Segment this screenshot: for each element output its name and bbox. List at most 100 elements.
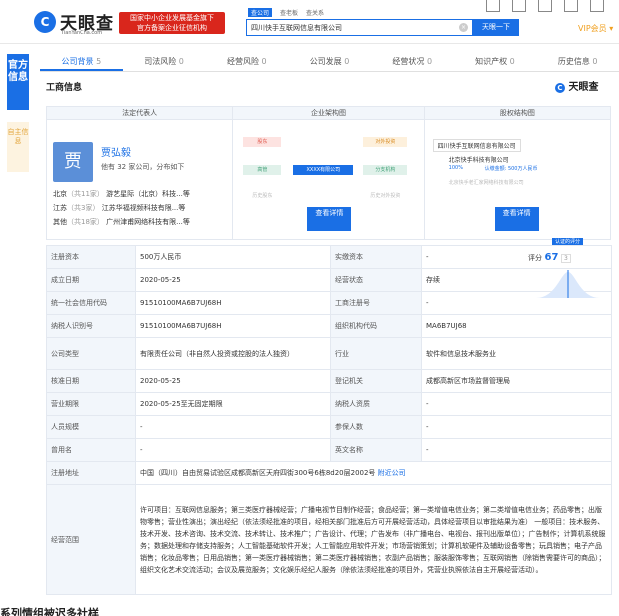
- save-icon[interactable]: [538, 0, 552, 12]
- table-cell: 营业期限: [46, 392, 136, 416]
- search-button[interactable]: 天眼一下: [473, 19, 519, 36]
- table-cell: 英文名称: [330, 438, 422, 462]
- table-cell: 工商注册号: [330, 291, 422, 315]
- nearby-companies-link[interactable]: 附近公司: [378, 469, 406, 477]
- table-row: 人员规模 - 参保人数 -: [46, 415, 612, 439]
- node-invest: 对外投资: [363, 137, 408, 147]
- table-cell: -: [421, 392, 612, 416]
- equity-head: 股权结构图: [424, 107, 611, 120]
- rating-curve: [536, 270, 600, 298]
- region-count: （共3家）: [67, 204, 100, 212]
- structure-head: 企业架构图: [233, 107, 424, 120]
- tab-label: 公司背景: [61, 57, 94, 66]
- table-row: 经营范围 许可项目：互联网信息服务；第三类医疗器械经营；广播电视节目制作经营；食…: [46, 484, 612, 595]
- tab-company-background[interactable]: 公司背景 5: [40, 54, 123, 71]
- table-row: 核准日期 2020-05-25 登记机关 成都高新区市场监督管理局: [46, 369, 612, 393]
- table-cell: 91510100MA6B7UJ68H: [135, 291, 331, 315]
- tab-search-company[interactable]: 查公司: [248, 8, 273, 17]
- clear-icon[interactable]: ×: [459, 23, 468, 32]
- address-label: 注册地址: [46, 461, 136, 485]
- table-cell: 2020-05-25至无固定期限: [135, 392, 331, 416]
- scope-label: 经营范围: [46, 484, 136, 595]
- list-item[interactable]: 其他（共18家） 广州津甫网络科技有限...等: [53, 215, 190, 229]
- download-icon[interactable]: [486, 0, 500, 12]
- table-cell: -: [426, 253, 429, 261]
- section-title: 工商信息: [46, 83, 83, 93]
- tab-count: 0: [344, 57, 350, 66]
- legal-rep-sub: 他有 32 家公司，分布如下: [101, 163, 185, 171]
- region: 江苏: [53, 204, 67, 212]
- tianyancha-logo-icon[interactable]: C: [34, 11, 56, 33]
- table-cell: 行业: [330, 337, 422, 370]
- table-cell: -: [421, 415, 612, 439]
- node-branch: 分支机构: [363, 165, 408, 175]
- table-cell: 参保人数: [330, 415, 422, 439]
- table-cell: -: [135, 438, 331, 462]
- tab-legal-risk[interactable]: 司法风险 0: [123, 54, 206, 71]
- legal-rep-company-list: 北京（共11家） 游艺星际（北京）科技...等 江苏（共3家） 江苏华福视频科技…: [53, 187, 190, 229]
- fullscreen-icon[interactable]: [512, 0, 526, 12]
- rating-line: 评分 67 3: [528, 252, 571, 263]
- tab-company-development[interactable]: 公司发展 0: [288, 54, 371, 71]
- tab-ip[interactable]: 知识产权 0: [454, 54, 537, 71]
- table-cell: 核准日期: [46, 369, 136, 393]
- table-cell: -: [135, 415, 331, 439]
- table-cell: 纳税人资质: [330, 392, 422, 416]
- tab-count: 0: [592, 57, 598, 66]
- table-cell: 成立日期: [46, 268, 136, 292]
- tab-business-risk[interactable]: 经营风险 0: [205, 54, 288, 71]
- tab-count: 0: [509, 57, 515, 66]
- table-cell: 经营状态: [330, 268, 422, 292]
- table-row: 统一社会信用代码 91510100MA6B7UJ68H 工商注册号 -: [46, 291, 612, 315]
- avatar[interactable]: 贾: [53, 142, 93, 182]
- table-cell: 软件和信息技术服务业: [421, 337, 612, 370]
- gov-badge: 国家中小企业发展基金旗下 官方备案企业征信机构: [119, 12, 225, 34]
- edit-icon[interactable]: [564, 0, 578, 12]
- region-company: 江苏华福视频科技有限...等: [101, 204, 186, 212]
- node-history: 历史股东: [252, 193, 273, 199]
- brand-watermark: C 天眼查: [555, 78, 598, 93]
- side-tab-official[interactable]: 官方信息: [7, 54, 29, 110]
- node-center: XXXX有限公司: [293, 165, 354, 175]
- search-input[interactable]: 四川快手互联网信息有限公司 ×: [246, 19, 473, 36]
- table-cell: 实缴资本: [330, 245, 422, 269]
- tab-business-status[interactable]: 经营状况 0: [371, 54, 454, 71]
- table-cell: 公司类型: [46, 337, 136, 370]
- table-cell: 组织机构代码: [330, 314, 422, 338]
- tab-count: 0: [426, 57, 433, 66]
- bottom-caption: 系列情组被迟多社样: [0, 607, 99, 616]
- tab-history[interactable]: 历史信息 0: [536, 54, 619, 71]
- brand-logo-icon: C: [555, 83, 565, 93]
- search-tabs: 查公司 查老板 查关系: [248, 8, 324, 17]
- region-count: （共18家）: [67, 218, 104, 226]
- table-cell: 登记机关: [330, 369, 422, 393]
- vip-link[interactable]: VIP会员 ▾: [578, 23, 613, 34]
- table-cell: 曾用名: [46, 438, 136, 462]
- settings-icon[interactable]: [590, 0, 604, 12]
- table-cell: 有限责任公司（非自然人投资或控股的法人独资）: [135, 337, 331, 370]
- tab-search-relation[interactable]: 查关系: [306, 8, 324, 17]
- list-item[interactable]: 北京（共11家） 游艺星际（北京）科技...等: [53, 187, 190, 201]
- legal-rep-name[interactable]: 贾弘毅: [101, 144, 131, 159]
- node-shareholder: 股东: [243, 137, 282, 147]
- tab-label: 公司发展: [309, 57, 342, 66]
- node-history-invest: 历史对外投资: [370, 193, 401, 199]
- table-cell: -: [421, 438, 612, 462]
- view-structure-button[interactable]: 查看详情: [307, 207, 352, 231]
- equity-parent: 北京快手老汇家网络科技有限公司: [448, 180, 524, 186]
- region-company: 游艺星际（北京）科技...等: [106, 190, 190, 198]
- table-row: 曾用名 - 英文名称 -: [46, 438, 612, 462]
- rating-widget[interactable]: 认证的评分 评分 67 3: [528, 238, 606, 302]
- list-item[interactable]: 江苏（共3家） 江苏华福视频科技有限...等: [53, 201, 190, 215]
- table-cell: 91510100MA6B7UJ68H: [135, 314, 331, 338]
- tab-search-boss[interactable]: 查老板: [280, 8, 298, 17]
- table-cell: 500万人民币: [135, 245, 331, 269]
- side-tab-self[interactable]: 自主信息: [7, 122, 29, 172]
- region-company: 广州津甫网络科技有限...等: [106, 218, 190, 226]
- view-equity-button[interactable]: 查看详情: [494, 207, 539, 231]
- tab-count: 5: [96, 57, 102, 66]
- rating-sub: 3: [561, 254, 571, 263]
- rating-label: 评分: [528, 254, 542, 262]
- vip-label: VIP会员: [578, 24, 607, 33]
- nav-tabs: 公司背景 5 司法风险 0 经营风险 0 公司发展 0 经营状况 0 知识产权 …: [40, 54, 619, 72]
